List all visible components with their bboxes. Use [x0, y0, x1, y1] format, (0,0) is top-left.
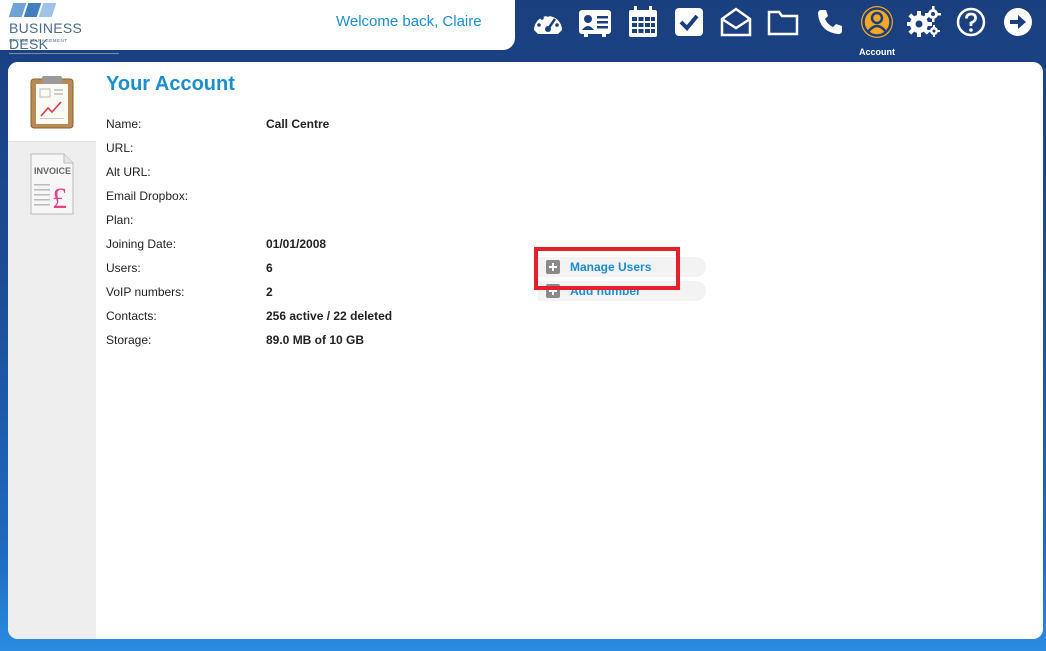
field-label: Users: [106, 261, 141, 275]
field-value: 6 [266, 261, 273, 275]
logo-name: BUSINESS DESK [9, 20, 119, 54]
header-brand-panel: BUSINESS DESK OFFICE MANAGEMENT Welcome … [0, 0, 515, 54]
dashboard-icon[interactable] [530, 4, 566, 40]
svg-text:£: £ [52, 182, 67, 215]
field-label: VoIP numbers: [106, 285, 185, 299]
field-value: 01/01/2008 [266, 237, 327, 251]
phone-icon[interactable] [812, 4, 848, 40]
main-card: INVOICE £ Your Account Name: Call Centre… [8, 62, 1043, 639]
field-label: Email Dropbox: [106, 189, 189, 203]
field-label: Storage: [106, 333, 152, 347]
account-user-icon[interactable] [859, 4, 895, 40]
field-value: Call Centre [266, 117, 330, 131]
field-label: Name: [106, 117, 142, 131]
field-label: Plan: [106, 213, 134, 227]
invoice-icon: INVOICE £ [30, 153, 74, 215]
logo-tagline: OFFICE MANAGEMENT [9, 38, 68, 43]
mail-icon[interactable] [718, 4, 754, 40]
field-value: 2 [266, 285, 273, 299]
field-label: Joining Date: [106, 237, 177, 251]
manage-users-button[interactable]: Manage Users [538, 257, 706, 277]
contacts-card-icon[interactable] [577, 4, 613, 40]
sidebar: INVOICE £ [8, 62, 96, 639]
plus-icon [546, 284, 560, 298]
calendar-icon[interactable] [625, 4, 661, 40]
sidebar-item-account[interactable] [8, 62, 96, 142]
plus-icon [546, 260, 560, 274]
logout-arrow-icon[interactable] [1000, 4, 1036, 40]
business-desk-logo[interactable]: BUSINESS DESK OFFICE MANAGEMENT [8, 3, 119, 54]
page-title: Your Account [106, 73, 235, 95]
invoice-icon-text: INVOICE [34, 166, 71, 176]
field-value: 89.0 MB of 10 GB [266, 333, 365, 347]
tasks-check-icon[interactable] [671, 4, 707, 40]
add-number-label: Add number [570, 284, 641, 298]
help-icon[interactable] [953, 4, 989, 40]
field-label: Contacts: [106, 309, 157, 323]
sidebar-item-invoice[interactable]: INVOICE £ [8, 144, 96, 224]
field-value: 256 active / 22 deleted [266, 309, 393, 323]
nav-label-account: Account [859, 47, 895, 57]
manage-users-label: Manage Users [570, 260, 652, 274]
account-clipboard-icon [30, 75, 74, 128]
welcome-message: Welcome back, Claire [336, 13, 482, 30]
folder-icon[interactable] [765, 4, 801, 40]
field-label: Alt URL: [106, 165, 151, 179]
field-label: URL: [106, 141, 134, 155]
add-number-button[interactable]: Add number [538, 281, 706, 301]
settings-gears-icon[interactable] [906, 4, 942, 40]
